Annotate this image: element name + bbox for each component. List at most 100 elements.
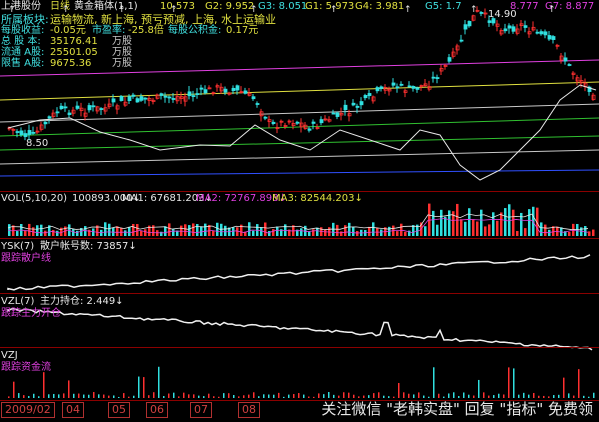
volume-bar: [592, 229, 595, 236]
volume-bar: [132, 223, 135, 236]
candle-body: [111, 98, 116, 103]
candle-body: [19, 130, 24, 136]
candle-body: [243, 90, 248, 94]
money-flow-bar: [258, 396, 260, 398]
candle-body: [63, 106, 68, 109]
volume-bar: [464, 221, 467, 236]
signal-marker: ↑: [170, 5, 178, 15]
candle-body: [479, 12, 484, 14]
volume-bar: [140, 231, 143, 236]
ysk-value: 散户帐号数: 73857↓: [40, 241, 137, 252]
signal-marker: ↑: [330, 5, 338, 15]
candle-body: [75, 105, 80, 109]
volume-bar: [184, 224, 187, 236]
candle-body: [255, 103, 260, 105]
volume-bar: [352, 226, 355, 236]
money-flow-bar: [208, 393, 210, 398]
candle-body: [23, 133, 28, 138]
vol-ma3: MA3: 82544.203↓: [272, 193, 363, 204]
vol-label: VOL(5,10,20): [1, 193, 68, 204]
volume-bar: [528, 209, 531, 236]
money-flow-bar: [183, 392, 185, 398]
candle-body: [43, 121, 48, 125]
date-label-5: 08: [238, 402, 260, 418]
candle-body: [199, 87, 204, 90]
money-flow-bar: [158, 366, 160, 398]
volume-bar: [216, 222, 219, 236]
candle-body: [143, 97, 148, 100]
money-flow-bar: [8, 396, 10, 398]
candle-body: [159, 93, 164, 96]
candle-body: [399, 83, 404, 86]
money-flow-bar: [43, 372, 45, 398]
kline-chart[interactable]: ↑ ↑ ↑ ↑ ↑ ↑ ↑ ↑ ↑: [0, 0, 599, 422]
candle-body: [231, 87, 236, 91]
money-flow-bar: [188, 394, 190, 398]
vzl-line: [7, 308, 593, 351]
volume-bar: [436, 224, 439, 236]
volume-bar: [200, 226, 203, 236]
candle-body: [407, 85, 412, 88]
volume-bar: [496, 220, 499, 236]
candle-body: [523, 25, 528, 28]
money-flow-bar: [238, 396, 240, 398]
date-label-2: 05: [108, 402, 130, 418]
money-flow-bar: [143, 377, 145, 398]
money-flow-bar: [163, 396, 165, 398]
volume-bar: [172, 229, 175, 236]
date-label-0: 2009/02: [1, 402, 55, 418]
money-flow-bar: [318, 393, 320, 398]
money-flow-bar: [513, 368, 515, 398]
vzl-label: VZL(7): [1, 296, 35, 307]
money-flow-bar: [153, 392, 155, 398]
money-flow-bar: [73, 393, 75, 398]
money-flow-bar: [178, 396, 180, 398]
candle-body: [139, 96, 144, 101]
stock-chart-window: 上港股份 日线 黄金箱体(1,1) 10.573 G2: 9.952 G3: 8…: [0, 0, 599, 422]
candle-body: [507, 25, 512, 29]
volume-bar: [16, 231, 19, 236]
candle-body: [135, 98, 140, 103]
volume-bar: [460, 219, 463, 236]
volume-bar: [444, 216, 447, 236]
ysk-line: [7, 254, 591, 291]
money-flow-bar: [118, 396, 120, 398]
money-flow-bar: [18, 393, 20, 398]
candle-body: [171, 98, 176, 100]
box-line: [0, 169, 599, 177]
volume-bar: [324, 229, 327, 236]
candle-body: [99, 108, 104, 110]
candle-body: [363, 95, 368, 99]
panel-divider-vzl: [0, 293, 599, 294]
vzj-label: VZJ: [1, 350, 18, 361]
vzl-value: 主力持仓: 2.449↓: [40, 296, 124, 307]
candle-body: [467, 21, 472, 27]
volume-bar: [224, 225, 227, 236]
candle-body: [251, 96, 256, 100]
candle-body: [447, 57, 452, 62]
volume-bar: [424, 226, 427, 236]
money-flow-bar: [263, 394, 265, 398]
candle-body: [91, 105, 96, 108]
money-flow-bar: [563, 377, 565, 398]
candle-body: [463, 24, 468, 30]
date-label-3: 06: [146, 402, 168, 418]
candle-body: [391, 82, 396, 86]
candle-body: [435, 77, 440, 79]
money-flow-bar: [433, 367, 435, 398]
money-flow-bar: [243, 395, 245, 398]
candle-body: [535, 31, 540, 34]
money-flow-bar: [268, 394, 270, 398]
candle-body: [547, 35, 552, 40]
oscillator-line: [7, 84, 597, 181]
candle-body: [331, 112, 336, 115]
money-flow-bar: [83, 394, 85, 398]
candle-body: [567, 64, 572, 66]
volume-bar: [196, 224, 199, 236]
candle-body: [295, 121, 300, 124]
volume-bar: [472, 219, 475, 236]
candle-body: [47, 116, 52, 119]
volume-bar: [336, 224, 339, 236]
volume-bar: [516, 231, 519, 236]
volume-bar: [500, 212, 503, 236]
